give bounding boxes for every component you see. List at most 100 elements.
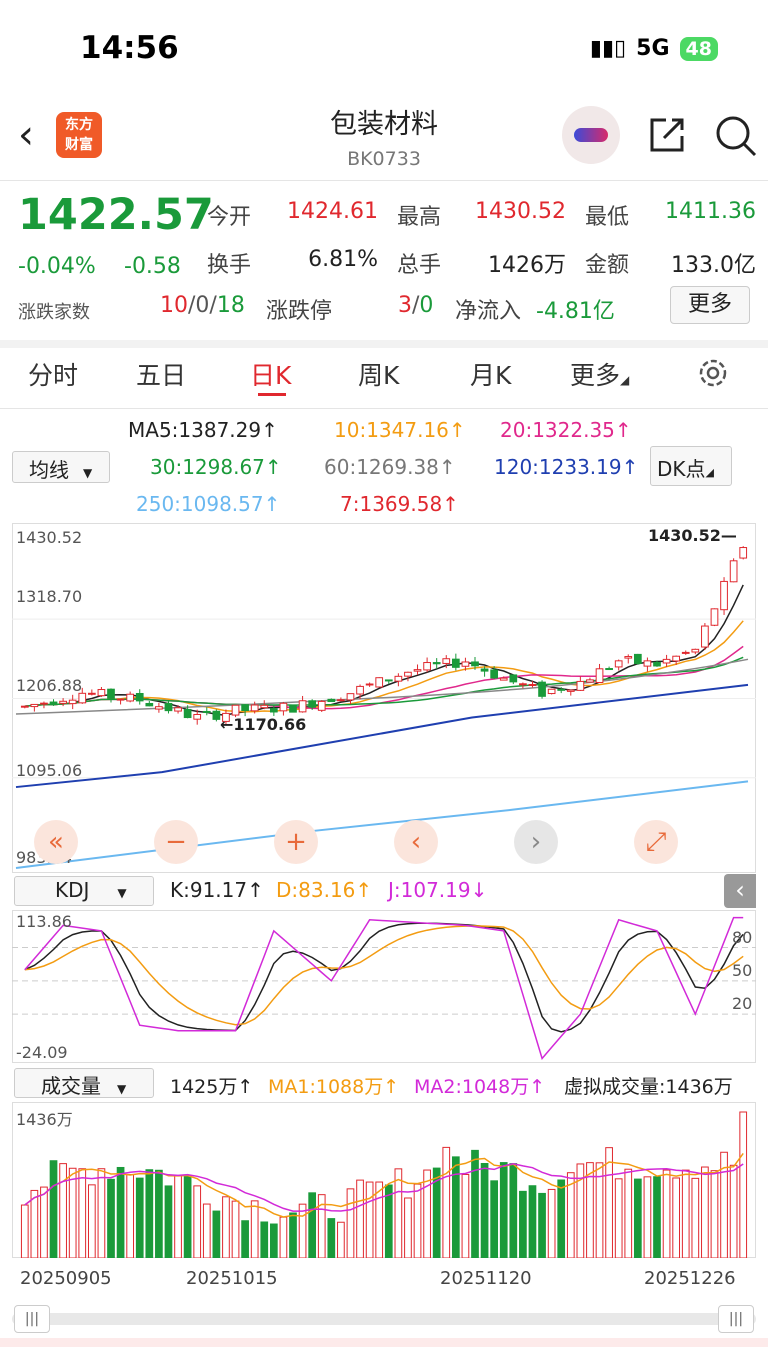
candle-body (614, 660, 623, 668)
candle-body (423, 662, 431, 671)
candle-body (701, 625, 709, 648)
tab-more[interactable]: 更多◢ (570, 356, 629, 392)
breadth-label: 涨跌家数 (18, 302, 90, 323)
candle-body (97, 689, 106, 697)
vol-ma2-label: MA2:1048万↑ (414, 1076, 546, 1098)
turnover-label: 换手 (207, 253, 252, 278)
range-left-handle[interactable]: ||| (14, 1305, 50, 1333)
kdj-d-line (24, 925, 744, 1026)
ma7-label: 7:1369.58↑ (340, 492, 459, 516)
volume-bar (107, 1178, 115, 1258)
ma120-line (15, 683, 749, 789)
ma20-label: 20:1322.35↑ (500, 418, 632, 442)
candle-body (499, 677, 508, 681)
kdj-ybottom: -24.09 (16, 1043, 68, 1062)
candle-body (231, 704, 240, 716)
candle-body (174, 707, 182, 712)
section-gap (0, 340, 768, 348)
indicator-selector-kdj[interactable]: KDJ ▼ (14, 876, 154, 906)
volume-bar (710, 1170, 719, 1258)
candle-body (442, 658, 451, 664)
volume-bar (68, 1167, 77, 1258)
kdj-k-line (24, 922, 744, 1033)
zoom-in-button[interactable]: + (274, 820, 318, 864)
candle-body (528, 683, 537, 686)
volume-bar (116, 1166, 125, 1258)
candle-body (394, 675, 403, 682)
candle-body (30, 703, 39, 708)
candle-body (576, 680, 585, 691)
candle-body (327, 698, 336, 703)
volume-bar (643, 1176, 652, 1258)
tab-weekly-k[interactable]: 周K (358, 356, 399, 392)
volume-label: 总手 (397, 253, 442, 278)
kline-chart[interactable] (12, 523, 756, 873)
volume-bar (653, 1176, 661, 1258)
change-value: -0.58 (124, 254, 181, 279)
candle-body (49, 701, 58, 706)
volume-bar (279, 1216, 288, 1258)
candle-body (710, 608, 719, 626)
ma10-label: 10:1347.16↑ (334, 418, 466, 442)
inflow-label: 净流入 (455, 299, 522, 324)
volume-bar (308, 1192, 317, 1258)
ma5-label: MA5:1387.29↑ (128, 418, 278, 442)
vol-ma1-label: MA1:1088万↑ (268, 1076, 400, 1098)
candle-body (451, 658, 460, 668)
candle-body (212, 710, 221, 720)
settings-gear-icon[interactable] (696, 356, 730, 390)
candle-body (461, 661, 470, 667)
search-icon[interactable] (714, 114, 758, 158)
candle-body (164, 702, 173, 712)
open-label: 今开 (207, 205, 252, 230)
scroll-far-left-button[interactable]: « (34, 820, 78, 864)
volume-bar (681, 1169, 690, 1258)
volume-bar (346, 1188, 355, 1258)
candle-body (605, 668, 613, 671)
scroll-right-button[interactable]: › (514, 820, 558, 864)
volume-bar (662, 1169, 671, 1258)
volume-bar (135, 1177, 144, 1258)
volume-bar (59, 1163, 67, 1258)
candle-body (145, 702, 154, 707)
vol-current-label: 1425万↑ (170, 1076, 254, 1098)
candle-body (298, 700, 307, 713)
share-icon[interactable] (646, 114, 688, 156)
nav-divider (0, 180, 768, 181)
tab-intraday[interactable]: 分时 (28, 356, 78, 392)
ma-selector[interactable]: 均线 ▼ (12, 451, 110, 483)
signal-icon: ▮▮▯ (589, 36, 627, 61)
indicator-selector-volume[interactable]: 成交量 ▼ (14, 1068, 154, 1098)
candle-body (126, 693, 135, 702)
range-scrollbar[interactable] (12, 1313, 756, 1325)
high-marker: 1430.52— (648, 526, 737, 545)
volume-bar (519, 1190, 527, 1258)
assistant-avatar[interactable] (562, 106, 620, 164)
more-quote-button[interactable]: 更多 (670, 286, 750, 324)
scroll-left-button[interactable]: ‹ (394, 820, 438, 864)
high-value: 1430.52 (475, 199, 566, 224)
kdj-k-label: K:91.17↑ (170, 878, 264, 902)
candle-body (250, 704, 259, 712)
fullscreen-button[interactable]: ⤢ (634, 820, 678, 864)
volume-bar (509, 1163, 518, 1258)
candle-body (202, 710, 211, 713)
volume-bar (222, 1196, 230, 1258)
high-label: 最高 (397, 205, 442, 230)
zoom-out-button[interactable]: − (154, 820, 198, 864)
candle-body (624, 656, 633, 659)
dk-point-button[interactable]: DK点◢ (650, 446, 732, 486)
candle-body (691, 648, 700, 653)
candle-body (519, 683, 527, 686)
vol-ytop: 1436万 (16, 1110, 73, 1129)
collapse-panel-button[interactable]: ‹ (724, 874, 756, 908)
tab-monthly-k[interactable]: 月K (470, 356, 511, 392)
candle-body (365, 683, 374, 686)
candle-body (404, 671, 412, 677)
volume-bar (212, 1210, 221, 1258)
range-right-handle[interactable]: ||| (718, 1305, 754, 1333)
tab-five-day[interactable]: 五日 (136, 356, 186, 392)
tab-daily-k[interactable]: 日K (250, 356, 291, 392)
candle-body (384, 679, 393, 682)
candle-body (375, 677, 384, 688)
